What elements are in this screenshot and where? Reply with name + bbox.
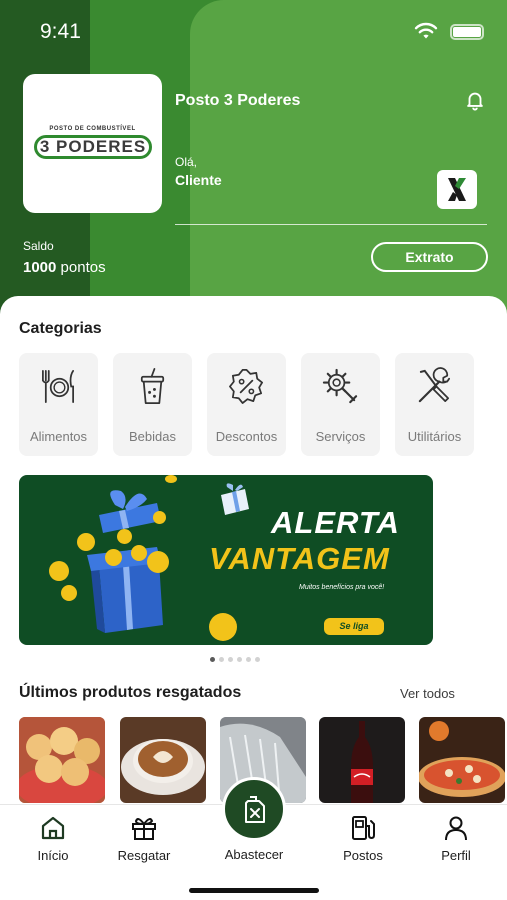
gas-station-icon	[352, 816, 375, 840]
small-gift-illustration	[221, 483, 249, 515]
coin	[49, 561, 69, 581]
main-content: Categorias Alimentos Bebidas Descontos S…	[0, 296, 507, 808]
nav-label: Resgatar	[117, 848, 171, 863]
utensils-icon	[42, 370, 75, 403]
pizza-image	[419, 717, 505, 803]
nav-label-abastecer: Abastecer	[224, 847, 284, 862]
cappuccino-image	[120, 717, 206, 803]
status-bar: 9:41	[0, 0, 507, 60]
bottom-navigation: Início Resgatar Abastecer Postos Perfil	[0, 777, 507, 900]
drink-cup-icon	[140, 368, 165, 404]
user-icon	[445, 816, 467, 841]
category-descontos[interactable]: Descontos	[207, 353, 286, 456]
promo-banner[interactable]: ALERTA VANTAGEM Muitos benefícios pra vo…	[19, 475, 433, 645]
brand-x-icon[interactable]	[437, 170, 477, 209]
see-all-link[interactable]: Ver todos	[400, 686, 455, 701]
fuel-action-button[interactable]	[222, 777, 286, 841]
status-time: 9:41	[40, 20, 81, 43]
store-name: Posto 3 Poderes	[175, 92, 301, 109]
category-label: Bebidas	[129, 429, 176, 444]
category-label: Serviços	[315, 429, 366, 444]
bell-icon[interactable]	[464, 89, 486, 111]
nav-label: Postos	[343, 848, 383, 863]
category-bebidas[interactable]: Bebidas	[113, 353, 192, 456]
nav-label: Perfil	[441, 848, 471, 863]
banner-subtitle: Muitos benefícios pra você!	[299, 584, 385, 591]
carousel-dot[interactable]	[228, 657, 233, 662]
logo-name: 3 PODERES	[34, 135, 152, 159]
category-label: Utilitários	[407, 429, 462, 444]
recent-products-title: Últimos produtos resgatados	[19, 684, 242, 701]
coin	[153, 511, 166, 524]
category-utilitarios[interactable]: Utilitários	[395, 353, 474, 456]
coin	[209, 613, 237, 641]
coca-cola-image	[319, 717, 405, 803]
balance-points: 1000	[23, 259, 57, 276]
coin	[117, 529, 132, 544]
gift-icon	[132, 818, 156, 840]
category-label: Descontos	[215, 429, 278, 444]
carousel-dots	[210, 657, 260, 663]
balance-label: Saldo	[23, 239, 54, 253]
nav-label: Início	[37, 848, 69, 863]
coin	[105, 549, 122, 566]
carousel-dot[interactable]	[246, 657, 251, 662]
fuel-can-icon	[245, 796, 265, 823]
carousel-dot[interactable]	[255, 657, 260, 662]
home-indicator	[189, 888, 319, 893]
nav-postos[interactable]: Postos	[318, 805, 408, 875]
product-pao-de-queijo[interactable]	[19, 717, 105, 803]
carousel-dot[interactable]	[237, 657, 242, 662]
battery-icon	[450, 24, 484, 40]
banner-title-line1: ALERTA	[271, 505, 400, 540]
logo-top-text: POSTO DE COMBUSTÍVEL	[49, 126, 136, 132]
nav-inicio[interactable]: Início	[8, 805, 98, 875]
product-pizza[interactable]	[419, 717, 505, 803]
wifi-icon	[414, 22, 438, 39]
coin	[61, 585, 77, 601]
nav-perfil[interactable]: Perfil	[411, 805, 501, 875]
categories-title: Categorias	[19, 320, 102, 337]
header: 9:41 POSTO DE COMBUSTÍVEL 3 PODERES Post…	[0, 0, 507, 320]
coin	[147, 551, 169, 573]
coin	[165, 475, 177, 483]
banner-cta-button[interactable]: Se liga	[324, 618, 384, 635]
pao-de-queijo-image	[19, 717, 105, 803]
balance-unit: pontos	[60, 259, 106, 276]
category-alimentos[interactable]: Alimentos	[19, 353, 98, 456]
carousel-dot-active[interactable]	[210, 657, 215, 662]
home-icon	[41, 816, 65, 840]
coin	[131, 545, 147, 561]
statement-button[interactable]: Extrato	[371, 242, 488, 272]
category-label: Alimentos	[29, 429, 88, 444]
coin	[77, 533, 95, 551]
gear-wrench-icon	[322, 368, 358, 404]
header-divider	[175, 224, 487, 225]
product-cappuccino[interactable]	[120, 717, 206, 803]
tools-icon	[418, 367, 451, 403]
greeting: Olá,	[175, 155, 198, 169]
store-logo: POSTO DE COMBUSTÍVEL 3 PODERES	[23, 74, 162, 213]
product-coca-cola[interactable]	[319, 717, 405, 803]
balance-value: 1000 pontos	[23, 259, 106, 276]
client-name: Cliente	[175, 172, 222, 188]
nav-resgatar[interactable]: Resgatar	[99, 805, 189, 875]
banner-title-line2: VANTAGEM	[209, 541, 390, 576]
discount-badge-icon	[229, 369, 263, 404]
category-servicos[interactable]: Serviços	[301, 353, 380, 456]
carousel-dot[interactable]	[219, 657, 224, 662]
